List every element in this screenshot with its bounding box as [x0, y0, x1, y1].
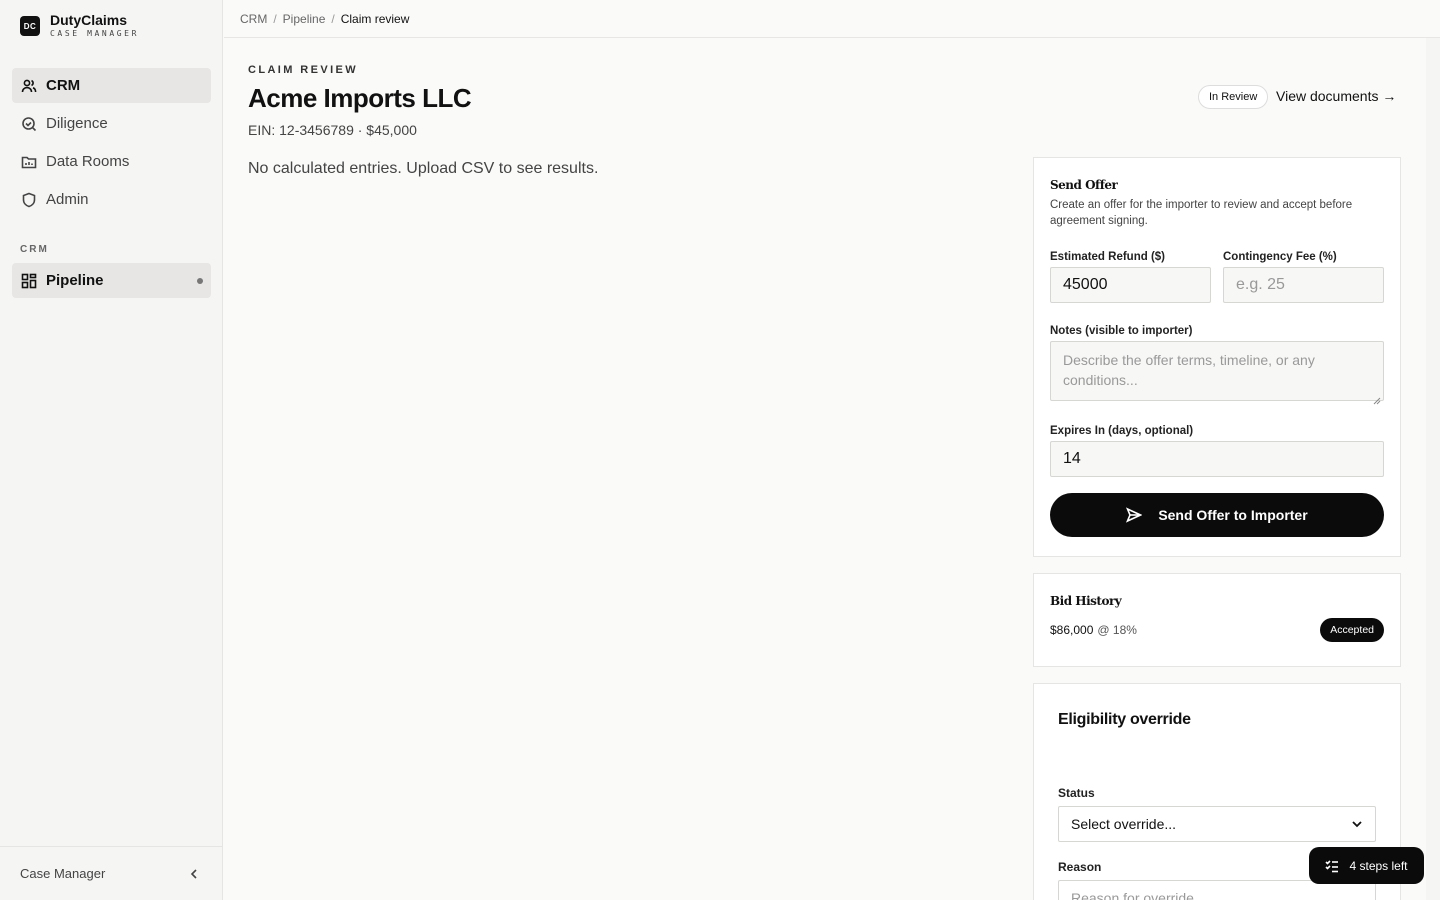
notes-placeholder: Describe the offer terms, timeline, or a… — [1063, 352, 1315, 388]
footer-label: Case Manager — [20, 866, 106, 881]
sidebar-footer: Case Manager — [0, 846, 222, 900]
expires-label: Expires In (days, optional) — [1050, 425, 1194, 437]
scrollbar[interactable] — [1426, 38, 1440, 900]
bid-status-badge: Accepted — [1320, 618, 1384, 642]
refund-label: Estimated Refund ($) — [1050, 251, 1166, 263]
steps-left-label: 4 steps left — [1349, 858, 1408, 873]
send-offer-title: Send Offer — [1050, 178, 1118, 192]
override-status-value: Select override... — [1071, 816, 1177, 832]
fee-label: Contingency Fee (%) — [1223, 251, 1337, 263]
sidebar-item-pipeline[interactable]: Pipeline — [12, 263, 211, 298]
breadcrumb: CRM / Pipeline / Claim review — [224, 0, 1440, 38]
eligibility-title: Eligibility override — [1058, 711, 1191, 728]
sidebar-item-data-rooms[interactable]: Data Rooms — [12, 144, 211, 179]
sidebar-section-label: CRM — [20, 244, 49, 255]
page-eyebrow: CLAIM REVIEW — [248, 64, 359, 76]
brand-name: DutyClaims — [50, 12, 128, 28]
breadcrumb-separator: / — [331, 11, 335, 26]
shield-icon — [21, 192, 37, 208]
page-title: Acme Imports LLC — [248, 83, 472, 113]
status-label: Status — [1058, 786, 1095, 800]
chevron-left-icon — [190, 868, 197, 879]
send-offer-button[interactable]: Send Offer to Importer — [1050, 493, 1384, 537]
sidebar-item-label: Admin — [46, 191, 89, 208]
resize-grip-icon[interactable] — [1373, 390, 1381, 405]
bid-row: $86,000 @ 18% Accepted — [1050, 618, 1384, 642]
view-documents-link[interactable]: View documents → — [1276, 88, 1396, 104]
checklist-icon — [1325, 859, 1339, 872]
sidebar-nav: CRM Diligence Data Rooms Admin — [12, 68, 211, 220]
breadcrumb-current: Claim review — [340, 11, 410, 26]
send-icon — [1126, 507, 1143, 523]
send-offer-button-label: Send Offer to Importer — [1158, 507, 1308, 523]
estimated-refund-input[interactable]: 45000 — [1050, 267, 1211, 303]
status-badge: In Review — [1198, 85, 1269, 109]
steps-left-button[interactable]: 4 steps left — [1309, 847, 1424, 884]
breadcrumb-separator: / — [273, 11, 277, 26]
collapse-sidebar-button[interactable] — [186, 866, 202, 882]
sidebar-item-admin[interactable]: Admin — [12, 182, 211, 217]
sidebar-section-nav: Pipeline — [12, 263, 211, 301]
sidebar-item-label: CRM — [46, 77, 81, 94]
sidebar-item-crm[interactable]: CRM — [12, 68, 211, 103]
send-offer-card: Send Offer Create an offer for the impor… — [1033, 157, 1401, 557]
breadcrumb-pipeline[interactable]: Pipeline — [283, 12, 326, 26]
page-meta: EIN: 12-3456789 · $45,000 — [248, 122, 417, 138]
notes-label: Notes (visible to importer) — [1050, 325, 1193, 337]
sidebar: DC DutyClaims CASE MANAGER CRM Diligence… — [0, 0, 223, 900]
users-icon — [21, 78, 37, 94]
expires-in-input[interactable]: 14 — [1050, 441, 1384, 477]
brand[interactable]: DC DutyClaims CASE MANAGER — [20, 12, 139, 40]
main-content: CLAIM REVIEW Acme Imports LLC EIN: 12-34… — [224, 38, 1426, 900]
search-doc-icon — [21, 116, 37, 132]
bid-history-card: Bid History $86,000 @ 18% Accepted — [1033, 573, 1401, 667]
sidebar-item-label: Data Rooms — [46, 153, 130, 170]
empty-state-message: No calculated entries. Upload CSV to see… — [248, 160, 599, 177]
brand-subtitle: CASE MANAGER — [50, 29, 139, 38]
contingency-fee-input[interactable]: e.g. 25 — [1223, 267, 1384, 303]
chevron-down-icon — [1352, 821, 1362, 828]
sidebar-item-label: Diligence — [46, 115, 108, 132]
status-dot — [197, 277, 203, 284]
bid-rate: @ 18% — [1097, 623, 1137, 637]
override-status-select[interactable]: Select override... — [1058, 806, 1376, 842]
brand-logo: DC — [20, 16, 40, 36]
sidebar-item-diligence[interactable]: Diligence — [12, 106, 211, 141]
breadcrumb-crm[interactable]: CRM — [240, 12, 267, 26]
folder-chart-icon — [21, 154, 37, 170]
bid-history-title: Bid History — [1050, 594, 1122, 608]
sidebar-item-label: Pipeline — [46, 272, 104, 289]
grid-icon — [21, 273, 37, 289]
notes-textarea[interactable]: Describe the offer terms, timeline, or a… — [1050, 341, 1384, 405]
bid-amount: $86,000 — [1050, 623, 1094, 637]
send-offer-description: Create an offer for the importer to revi… — [1050, 199, 1353, 227]
